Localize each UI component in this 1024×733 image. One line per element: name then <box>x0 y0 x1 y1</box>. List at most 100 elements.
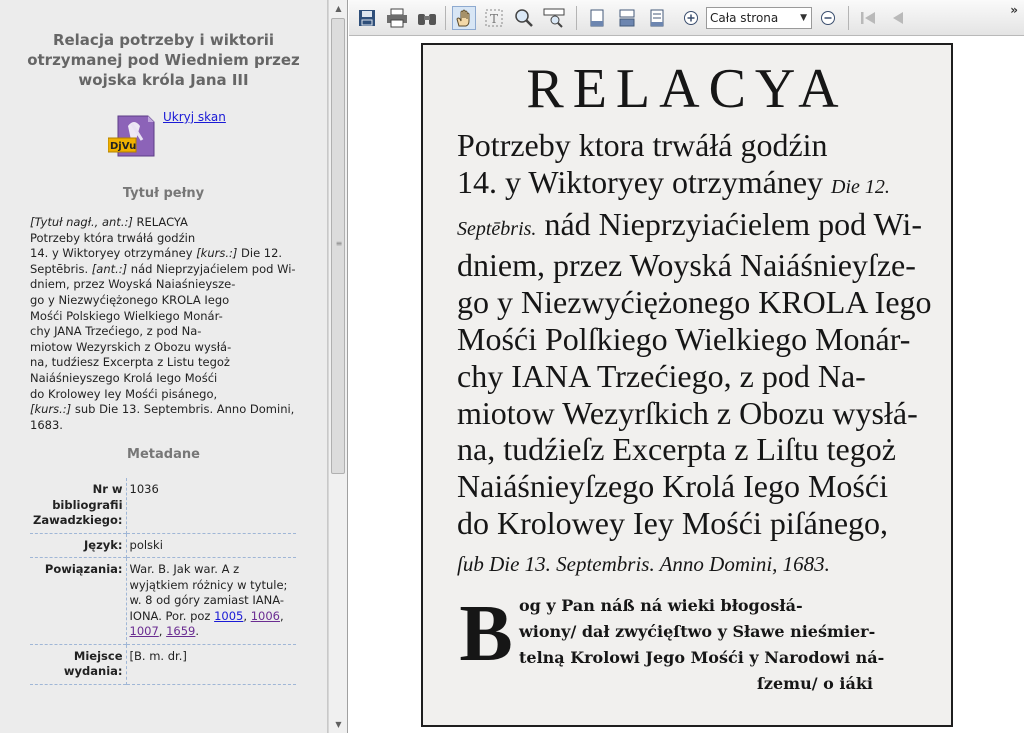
first-page-icon <box>861 12 875 24</box>
scan-text-line: Naiáśnieyſzego Krolá Iego Mośći <box>457 468 888 505</box>
toolbar-overflow-button[interactable]: » <box>1010 3 1018 17</box>
scan-text-line: Potrzeby ktora trwáłá godźin <box>457 127 828 163</box>
print-button[interactable] <box>385 6 409 30</box>
zoom-select[interactable]: Cała strona ▼ <box>706 7 812 29</box>
facing-page-icon <box>650 9 664 27</box>
scan-text-line: Septēbris. nád Nieprzyiaćielem pod Wi- <box>457 205 922 242</box>
metadata-key: Nr w bibliografii Zawadzkiego: <box>30 478 127 534</box>
scan-body-text: Potrzeby ktora trwáłá godźin 14. y Wiktor… <box>457 127 947 583</box>
metadata-value: polski <box>129 537 163 552</box>
title-text: chy JANA Trzećiego, z pod Na- <box>30 324 202 339</box>
title-text: Septēbris. <box>30 261 92 276</box>
metadata-key: Powiązania: <box>30 557 127 645</box>
scan-text-line: dniem, przez Woyská Naiáśnieyſze- <box>457 247 916 284</box>
full-title-line: Potrzeby która trwáłá godźin <box>30 231 311 247</box>
title-text: nád Nieprzyjaćielem pod Wi- <box>127 261 296 276</box>
facing-page-button[interactable] <box>645 6 669 30</box>
grip-icon: ≡ <box>335 239 343 248</box>
zoom-tool-button[interactable] <box>512 6 536 30</box>
scroll-down-arrow-icon[interactable]: ▼ <box>329 716 348 733</box>
related-entry-link[interactable]: 1007 <box>130 624 159 638</box>
previous-page-button[interactable] <box>886 6 910 30</box>
full-title-line: na, tudźiesz Excerpta z Listu tegoż <box>30 355 311 371</box>
title-text: Mośći Polskiego Wielkiego Monár- <box>30 308 223 323</box>
scan-text-line: go y Niezwyćiężonego KROLA Iego <box>457 284 932 321</box>
magnifier-button[interactable] <box>542 6 566 30</box>
text-select-icon: T <box>485 9 503 27</box>
editorial-marker: [ant.:] <box>91 261 128 276</box>
related-entry-link[interactable]: 1005 <box>214 609 243 623</box>
find-button[interactable] <box>415 6 439 30</box>
title-text: Die 12. <box>237 246 283 261</box>
title-text: dniem, przez Woyská Naiaśnieysze- <box>30 277 236 292</box>
zoom-out-button[interactable] <box>816 6 840 30</box>
djvu-file-icon[interactable]: DjVu <box>108 112 158 160</box>
full-title-line: Septēbris. [ant.:] nád Nieprzyjaćielem p… <box>30 262 311 278</box>
svg-text:T: T <box>490 12 498 26</box>
metadata-value: 1036 <box>129 482 159 497</box>
scroll-up-arrow-icon[interactable]: ▲ <box>329 0 348 17</box>
editorial-marker: [kurs.:] <box>196 246 238 261</box>
zoom-select-value: Cała strona <box>710 11 779 25</box>
svg-text:DjVu: DjVu <box>110 141 136 152</box>
first-page-button[interactable] <box>856 6 880 30</box>
scan-gothic-line: telną Krolowi Jego Mośći y Narodowi ná- <box>519 648 885 667</box>
record-panel: Relacja potrzeby i wiktorii otrzymanej p… <box>0 0 328 733</box>
save-button[interactable] <box>355 6 379 30</box>
full-title-line: [kurs.:] sub Die 13. Septembris. Anno Do… <box>30 402 311 418</box>
full-title-line: Naiáśnieyszego Krolá Iego Mośći <box>30 371 311 387</box>
record-title: Relacja potrzeby i wiktorii otrzymanej p… <box>27 31 300 89</box>
metadata-value: [B. m. dr.] <box>129 648 187 663</box>
continuous-page-button[interactable] <box>615 6 639 30</box>
text-select-button[interactable]: T <box>482 6 506 30</box>
zoom-in-icon <box>684 11 698 25</box>
single-page-button[interactable] <box>585 6 609 30</box>
related-entry-link[interactable]: 1006 <box>251 609 280 623</box>
full-title-line: dniem, przez Woyská Naiaśnieysze- <box>30 277 311 293</box>
editorial-marker: [kurs.:] <box>30 402 72 417</box>
full-title-line: chy JANA Trzećiego, z pod Na- <box>30 324 311 340</box>
chevron-down-icon: ▼ <box>800 13 807 23</box>
hide-scan-link[interactable]: Ukryj skan <box>163 110 226 124</box>
scrollbar-thumb[interactable]: ≡ <box>331 18 345 474</box>
left-panel-scrollbar[interactable]: ▲ ≡ ▼ <box>328 0 348 733</box>
scan-gothic-line: wiony/ dał zwyćięſtwo y Sławe nieśmier- <box>519 622 876 641</box>
document-viewer[interactable]: RELACYA Potrzeby ktora trwáłá godźin 14. … <box>349 37 1024 733</box>
toolbar-separator <box>848 6 849 30</box>
hand-tool-button[interactable] <box>452 6 476 30</box>
title-text: 1683. <box>30 417 63 432</box>
metadata-heading: Metadane <box>127 447 200 463</box>
title-text: sub Die 13. Septembris. Anno Domini, <box>71 402 295 417</box>
full-title-line: go y Niezwyćiężonego KROLA Iego <box>30 293 311 309</box>
find-icon <box>418 14 436 25</box>
scan-gothic-text: og y Pan náß ná wieki błogosłá-wiony/ da… <box>457 593 927 697</box>
scan-text-line: ſub Die 13. Septembris. Anno Domini, 168… <box>457 551 830 576</box>
single-page-icon <box>590 9 604 27</box>
metadata-row: Powiązania: War. B. Jak war. A z wyjątkie… <box>30 557 296 645</box>
metadata-row: Miejsce wydania: [B. m. dr.] <box>30 644 296 685</box>
title-text: do Krolowey Iey Mośći pisánego, <box>30 386 218 401</box>
title-text: 14. y Wiktoryey otrzymáney <box>30 246 197 261</box>
title-text: Naiáśnieyszego Krolá Iego Mośći <box>30 370 218 385</box>
viewer-toolbar: T Cała strona ▼ » <box>349 0 1024 36</box>
related-entry-link[interactable]: 1659 <box>166 624 195 638</box>
title-text: RELACYA <box>132 215 188 229</box>
hand-tool-icon <box>456 9 470 27</box>
toolbar-separator <box>445 6 446 30</box>
full-title-text: [Tytuł nagł., ant.:] RELACYA Potrzeby któ… <box>30 215 311 433</box>
title-text: go y Niezwyćiężonego KROLA Iego <box>30 292 230 307</box>
zoom-out-icon <box>821 11 835 25</box>
full-title-line: Mośći Polskiego Wielkiego Monár- <box>30 309 311 325</box>
title-text: miotow Wezyrskich z Obozu wysłá- <box>30 339 232 354</box>
zoom-in-button[interactable] <box>679 6 703 30</box>
scan-text-line: 14. y Wiktoryey otrzymáney Die 12. <box>457 163 890 200</box>
title-text: na, tudźiesz Excerpta z Listu tegoż <box>30 355 230 370</box>
metadata-table: Nr w bibliografii Zawadzkiego: 1036 Język:… <box>30 478 296 685</box>
magnifier-icon <box>543 8 565 28</box>
full-title-line: do Krolowey Iey Mośći pisánego, <box>30 387 311 403</box>
full-title-line: miotow Wezyrskich z Obozu wysłá- <box>30 340 311 356</box>
full-title-line: [Tytuł nagł., ant.:] RELACYA <box>30 215 311 231</box>
scan-text-line: Mośći Polſkiego Wielkiego Monár- <box>457 320 911 357</box>
editorial-marker: [Tytuł nagł., ant.:] <box>30 215 133 229</box>
scan-text-line: na, tudźieſz Excerpta z Liſtu tegoż <box>457 431 896 468</box>
